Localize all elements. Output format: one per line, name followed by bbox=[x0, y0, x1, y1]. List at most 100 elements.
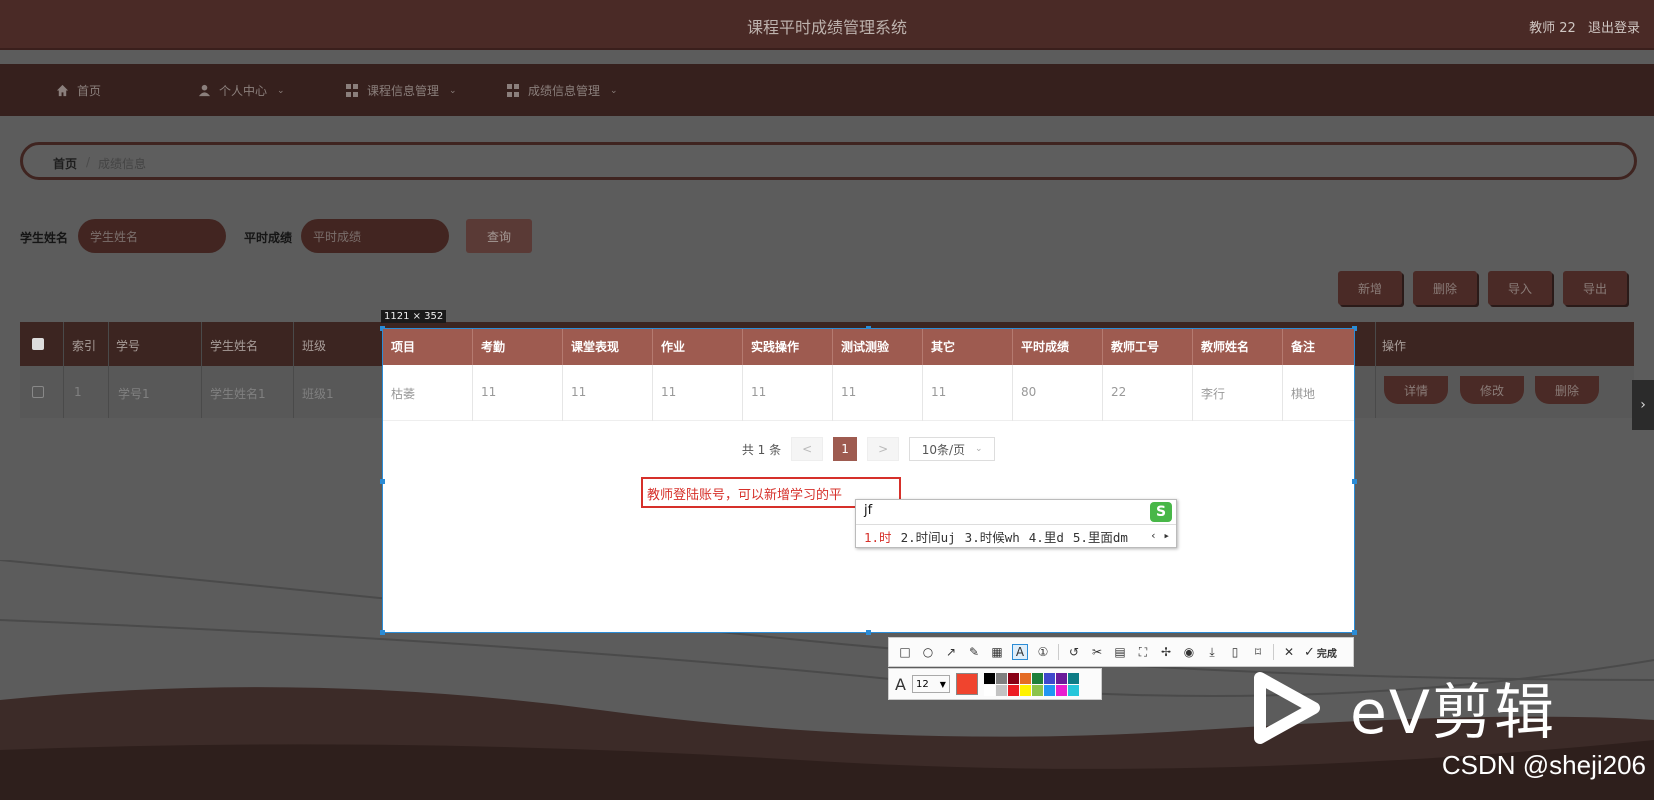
resize-handle[interactable] bbox=[380, 479, 385, 484]
ocr-icon[interactable]: ▤ bbox=[1112, 644, 1128, 660]
color-swatch[interactable] bbox=[995, 684, 1007, 696]
side-expand-button[interactable]: › bbox=[1632, 380, 1654, 430]
record-icon[interactable]: ◉ bbox=[1181, 644, 1197, 660]
rectangle-icon[interactable]: □ bbox=[897, 644, 913, 660]
td-student-name: 学生姓名1 bbox=[210, 387, 266, 401]
sogou-logo-icon: S bbox=[1150, 502, 1172, 522]
chevron-down-icon: ▼ bbox=[939, 679, 946, 689]
grid-icon bbox=[346, 84, 359, 97]
ev-watermark: eV剪辑 bbox=[1250, 664, 1556, 751]
number-icon[interactable]: ① bbox=[1035, 644, 1051, 660]
th-teacher-name: 教师姓名 bbox=[1193, 329, 1283, 365]
edit-button[interactable]: 修改 bbox=[1460, 376, 1524, 404]
close-icon[interactable]: ✕ bbox=[1281, 644, 1297, 660]
scissors-icon[interactable]: ✂ bbox=[1089, 644, 1105, 660]
csdn-watermark: CSDN @sheji206 bbox=[1441, 750, 1646, 780]
system-title: 课程平时成绩管理系统 bbox=[746, 18, 907, 37]
td-homework: 11 bbox=[653, 365, 743, 421]
export-button[interactable]: 导出 bbox=[1563, 271, 1627, 305]
color-swatch[interactable] bbox=[1043, 672, 1055, 684]
th-actions: 操作 bbox=[1382, 339, 1407, 353]
query-button[interactable]: 查询 bbox=[466, 219, 532, 253]
delete-button[interactable]: 删除 bbox=[1413, 271, 1477, 305]
color-swatch[interactable] bbox=[1031, 684, 1043, 696]
pen-icon[interactable]: ✎ bbox=[966, 644, 982, 660]
check-icon: ✓ bbox=[1304, 644, 1315, 660]
row-checkbox[interactable] bbox=[32, 386, 44, 398]
color-swatch[interactable] bbox=[1031, 672, 1043, 684]
logout-link[interactable]: 退出登录 bbox=[1588, 21, 1640, 36]
import-button[interactable]: 导入 bbox=[1488, 271, 1552, 305]
nav-item-score[interactable]: 成绩信息管理 ⌄ bbox=[507, 82, 618, 99]
ime-candidate[interactable]: 3.时候wh bbox=[965, 527, 1020, 546]
ime-input: jf bbox=[864, 503, 873, 518]
user-icon bbox=[198, 84, 211, 97]
page-size-select[interactable]: 10条/页 ⌄ bbox=[909, 437, 996, 461]
resize-handle[interactable] bbox=[1352, 479, 1357, 484]
annotation-toolbar: □ ○ ↗ ✎ ▦ A ① ↺ ✂ ▤ ⛶ ✢ ◉ ⤓ ▯ ⌑ ✕ ✓ 完成 bbox=[888, 637, 1354, 667]
ellipse-icon[interactable]: ○ bbox=[920, 644, 936, 660]
color-swatch[interactable] bbox=[1019, 672, 1031, 684]
done-button[interactable]: ✓ 完成 bbox=[1304, 645, 1337, 660]
color-swatch[interactable] bbox=[995, 672, 1007, 684]
arrow-icon[interactable]: ↗ bbox=[943, 644, 959, 660]
total-count: 共 1 条 bbox=[741, 442, 782, 457]
resize-handle[interactable] bbox=[380, 630, 385, 635]
user-info: 教师 22 退出登录 bbox=[1521, 17, 1640, 36]
td-other: 11 bbox=[923, 365, 1013, 421]
color-swatch[interactable] bbox=[1043, 684, 1055, 696]
undo-icon[interactable]: ↺ bbox=[1066, 644, 1082, 660]
color-swatch[interactable] bbox=[983, 684, 995, 696]
color-swatch[interactable] bbox=[1067, 672, 1079, 684]
color-swatch[interactable] bbox=[1055, 672, 1067, 684]
nav-item-profile[interactable]: 个人中心 ⌄ bbox=[198, 82, 285, 99]
bookmark-icon[interactable]: ⌑ bbox=[1250, 644, 1266, 660]
home-icon bbox=[56, 84, 69, 97]
td-teacher-id: 22 bbox=[1103, 365, 1193, 421]
font-size-value: 12 bbox=[915, 678, 929, 690]
ime-candidate[interactable]: 5.里面dm bbox=[1073, 527, 1128, 546]
pin-icon[interactable]: ✢ bbox=[1158, 644, 1174, 660]
select-all-checkbox[interactable] bbox=[32, 338, 44, 350]
current-color-swatch[interactable] bbox=[955, 673, 978, 695]
color-swatch[interactable] bbox=[1007, 684, 1019, 696]
score-input[interactable]: 平时成绩 bbox=[301, 219, 449, 253]
th-remark: 备注 bbox=[1291, 340, 1316, 354]
color-swatch[interactable] bbox=[1067, 684, 1079, 696]
ime-candidate[interactable]: 2.时间uj bbox=[901, 527, 956, 546]
nav-item-home[interactable]: 首页 bbox=[56, 82, 101, 99]
table-row: 枯萎 11 11 11 11 11 11 80 22 李行 棋地 bbox=[383, 365, 1354, 421]
color-swatch[interactable] bbox=[1019, 684, 1031, 696]
row-delete-button[interactable]: 删除 bbox=[1535, 376, 1599, 404]
resize-handle[interactable] bbox=[1352, 630, 1357, 635]
color-swatch[interactable] bbox=[1055, 684, 1067, 696]
add-button[interactable]: 新增 bbox=[1338, 271, 1402, 305]
mosaic-icon[interactable]: ▦ bbox=[989, 644, 1005, 660]
breadcrumb-home[interactable]: 首页 bbox=[53, 155, 77, 172]
td-usual-score: 80 bbox=[1013, 365, 1103, 421]
next-page-button[interactable]: > bbox=[867, 437, 900, 461]
student-name-input[interactable]: 学生姓名 bbox=[78, 219, 226, 253]
page-number[interactable]: 1 bbox=[833, 437, 858, 461]
color-swatch[interactable] bbox=[1007, 672, 1019, 684]
scan-icon[interactable]: ⛶ bbox=[1135, 644, 1151, 660]
prev-page-button[interactable]: < bbox=[791, 437, 824, 461]
download-icon[interactable]: ⤓ bbox=[1204, 644, 1220, 660]
pagination: 共 1 条 < 1 > 10条/页 ⌄ bbox=[383, 437, 1354, 461]
color-swatch[interactable] bbox=[983, 672, 995, 684]
font-size-select[interactable]: 12 ▼ bbox=[911, 675, 950, 693]
capture-region[interactable]: 项目 考勤 课堂表现 作业 实践操作 测试测验 其它 平时成绩 教师工号 教师姓… bbox=[380, 326, 1357, 635]
phone-icon[interactable]: ▯ bbox=[1227, 644, 1243, 660]
ime-candidate[interactable]: 4.里d bbox=[1029, 527, 1064, 546]
chevron-down-icon: ⌄ bbox=[449, 85, 457, 96]
resize-handle[interactable] bbox=[866, 630, 871, 635]
detail-button[interactable]: 详情 bbox=[1384, 376, 1448, 404]
th-usual-score: 平时成绩 bbox=[1013, 329, 1103, 365]
chevron-down-icon: ⌄ bbox=[610, 85, 618, 96]
ime-candidate[interactable]: 1.时 bbox=[864, 527, 892, 546]
ime-next-page-icon[interactable]: ‹ ▸ bbox=[1150, 529, 1170, 542]
nav-item-course[interactable]: 课程信息管理 ⌄ bbox=[346, 82, 457, 99]
text-icon[interactable]: A bbox=[1012, 644, 1028, 660]
chevron-down-icon: ⌄ bbox=[975, 444, 983, 454]
th-item: 项目 bbox=[383, 329, 473, 365]
